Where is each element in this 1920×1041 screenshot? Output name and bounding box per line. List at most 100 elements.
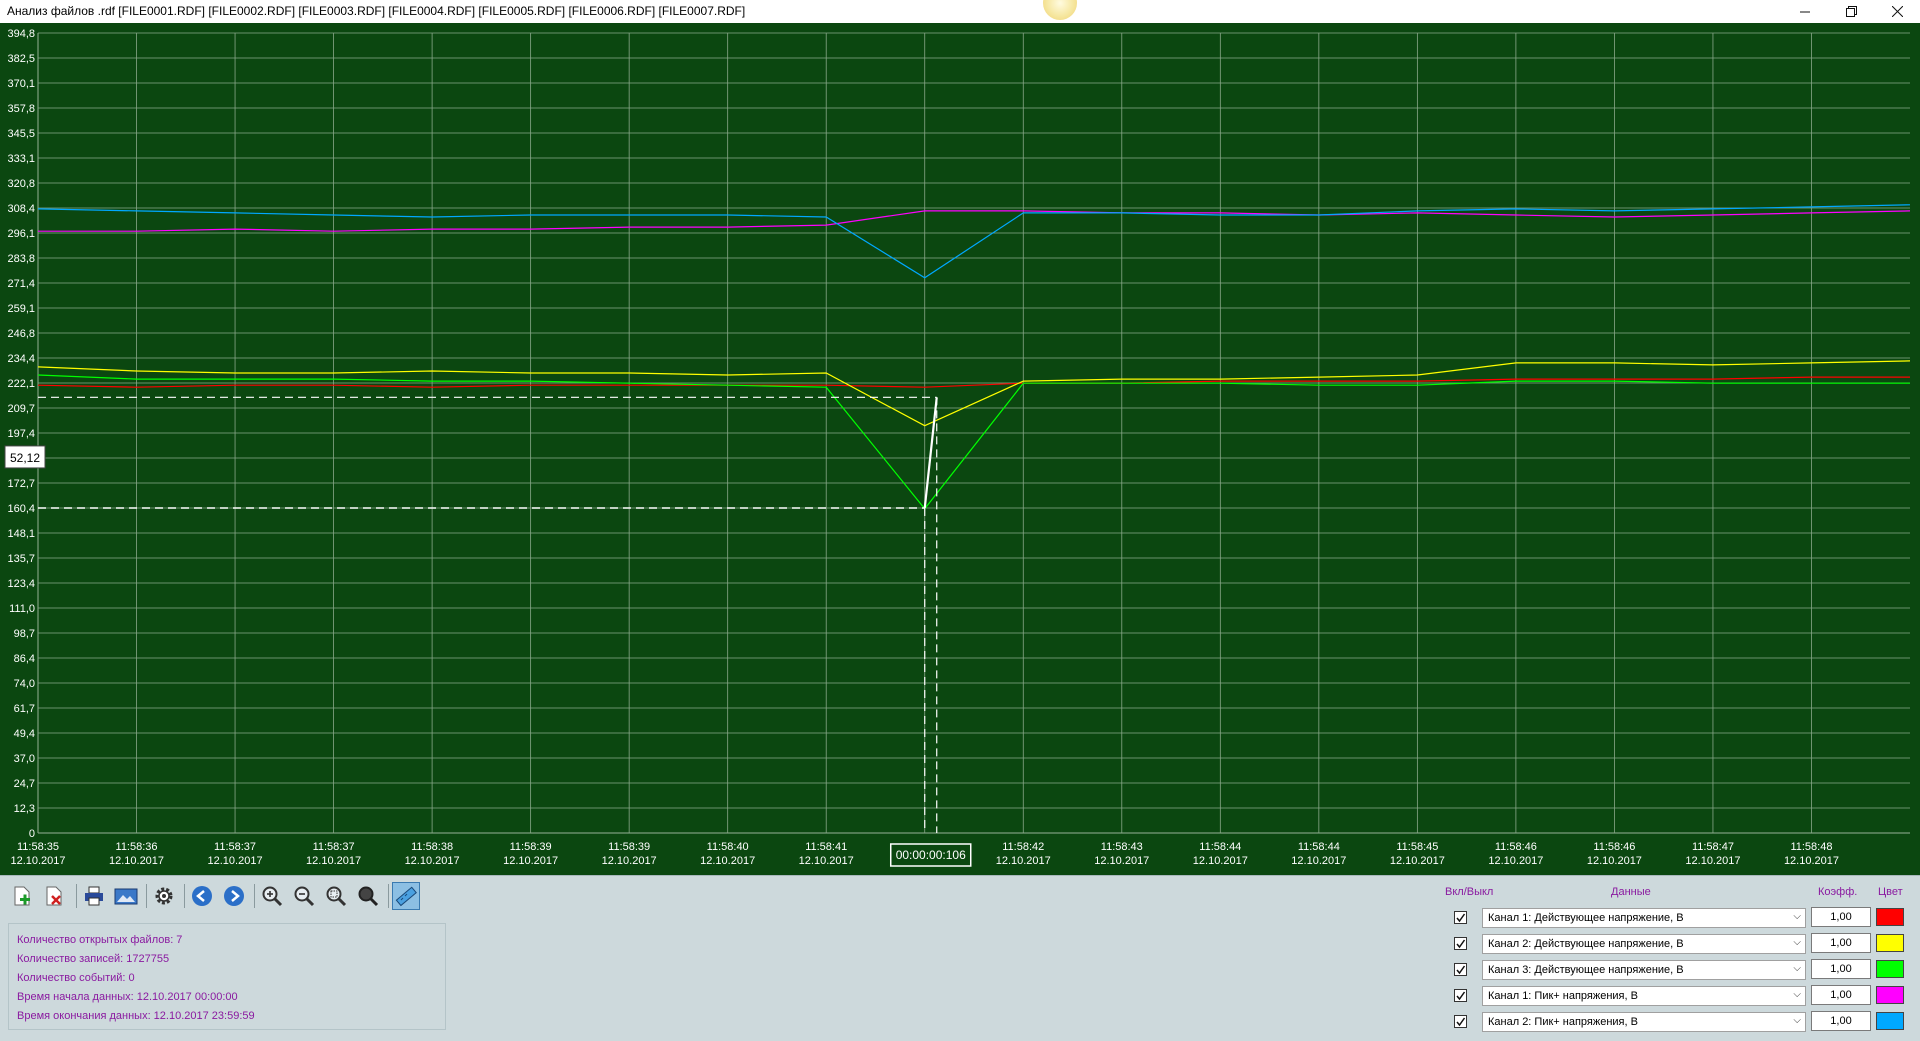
channel-coef-input[interactable]: 1,00 [1811,907,1871,927]
y-tick-label: 259,1 [7,303,35,315]
forward-arrow-icon[interactable] [220,882,248,910]
series-line-3 [38,375,1910,509]
channel-checkbox[interactable] [1454,911,1467,924]
header-toggle: Вкл/Выкл [1445,886,1493,898]
y-tick-label: 86,4 [14,653,35,665]
channel-checkbox[interactable] [1454,963,1467,976]
x-tick-time: 11:58:44 [1199,841,1241,853]
x-tick-time: 11:58:39 [608,841,650,853]
channel-checkbox[interactable] [1454,937,1467,950]
y-tick-label: 382,5 [7,53,35,65]
channel-select[interactable]: Канал 2: Пик+ напряжения, В⌵ [1482,1012,1806,1032]
channel-select-label: Канал 2: Действующее напряжение, В [1488,938,1684,950]
channel-select-label: Канал 3: Действующее напряжение, В [1488,964,1684,976]
channel-coef-input[interactable]: 1,00 [1811,1011,1871,1031]
y-tick-label: 357,8 [7,103,35,115]
add-file-icon[interactable] [8,882,36,910]
x-tick-time: 11:58:46 [1495,841,1537,853]
x-tick-time: 11:58:35 [17,841,59,853]
channel-select[interactable]: Канал 2: Действующее напряжение, В⌵ [1482,934,1806,954]
x-tick-date: 12.10.2017 [10,855,65,867]
x-tick-date: 12.10.2017 [602,855,657,867]
bottom-panel: Количество открытых файлов: 7 Количество… [0,875,1920,1041]
chart-area[interactable]: 394,8382,5370,1357,8345,5333,1320,8308,4… [0,23,1920,875]
toolbar-separator [76,884,77,908]
zoom-in-icon[interactable] [258,882,286,910]
header-coef: Коэфф. [1818,886,1857,898]
x-tick-time: 11:58:45 [1396,841,1438,853]
zoom-out-icon[interactable] [290,882,318,910]
y-tick-label: 111,0 [9,603,35,615]
x-tick-time: 11:58:48 [1790,841,1832,853]
channel-color-swatch[interactable] [1876,908,1904,926]
y-tick-label: 394,8 [7,28,35,40]
y-tick-label: 49,4 [14,728,35,740]
export-image-icon[interactable] [112,882,140,910]
y-tick-label: 283,8 [7,253,35,265]
x-tick-date: 12.10.2017 [1488,855,1543,867]
print-icon[interactable] [80,882,108,910]
channel-select[interactable]: Канал 1: Действующее напряжение, В ⌵ [1482,908,1806,928]
channel-checkbox[interactable] [1454,1015,1467,1028]
x-tick-date: 12.10.2017 [1587,855,1642,867]
channel-color-swatch[interactable] [1876,1012,1904,1030]
chart-canvas[interactable]: 394,8382,5370,1357,8345,5333,1320,8308,4… [0,23,1920,875]
y-tick-label: 123,4 [7,578,35,590]
channel-coef-input[interactable]: 1,00 [1811,985,1871,1005]
y-tick-label: 222,1 [7,378,35,390]
x-tick-time: 11:58:41 [805,841,847,853]
channel-select-label: Канал 1: Действующее напряжение, В [1488,912,1684,924]
y-tick-label: 209,7 [7,403,35,415]
x-tick-time: 11:58:42 [1002,841,1044,853]
channel-checkbox[interactable] [1454,989,1467,1002]
x-tick-date: 12.10.2017 [208,855,263,867]
x-tick-time: 11:58:37 [313,841,355,853]
y-tick-label: 160,4 [7,503,35,515]
chevron-down-icon: ⌵ [1793,963,1801,974]
y-tick-label: 333,1 [7,153,35,165]
y-tick-label: 0 [29,828,35,840]
channel-color-swatch[interactable] [1876,960,1904,978]
toolbar-separator [388,884,389,908]
restore-icon[interactable] [1828,0,1874,23]
file-info-box: Количество открытых файлов: 7 Количество… [8,923,446,1030]
y-tick-label: 172,7 [7,478,35,490]
channel-color-swatch[interactable] [1876,986,1904,1004]
x-tick-time: 11:58:47 [1692,841,1734,853]
info-events: Количество событий: 0 [17,972,135,984]
zoom-fit-icon[interactable] [354,882,382,910]
info-open-files: Количество открытых файлов: 7 [17,934,182,946]
y-tick-label: 271,4 [7,278,35,290]
channel-select[interactable]: Канал 3: Действующее напряжение, В ⌵ [1482,960,1806,980]
y-tick-label: 12,3 [14,803,35,815]
series-line-4 [38,211,1910,231]
x-tick-date: 12.10.2017 [996,855,1051,867]
channel-color-swatch[interactable] [1876,934,1904,952]
chevron-down-icon: ⌵ [1793,911,1801,922]
info-records: Количество записей: 1727755 [17,953,169,965]
x-tick-date: 12.10.2017 [405,855,460,867]
header-data: Данные [1611,886,1651,898]
remove-file-icon[interactable] [40,882,68,910]
minimize-icon[interactable] [1782,0,1828,23]
x-tick-date: 12.10.2017 [1193,855,1248,867]
y-tick-label: 61,7 [14,703,35,715]
channel-select-label: Канал 2: Пик+ напряжения, В [1488,1016,1638,1028]
cursor-value-label: 52,12 [10,451,40,465]
zoom-region-icon[interactable] [322,882,350,910]
y-tick-label: 24,7 [14,778,35,790]
settings-gear-icon[interactable] [150,882,178,910]
close-icon[interactable] [1874,0,1920,23]
y-tick-label: 246,8 [7,328,35,340]
y-tick-label: 345,5 [7,128,35,140]
channel-coef-input[interactable]: 1,00 [1811,959,1871,979]
x-tick-time: 11:58:46 [1593,841,1635,853]
channel-select[interactable]: Канал 1: Пик+ напряжения, В⌵ [1482,986,1806,1006]
x-tick-time: 11:58:37 [214,841,256,853]
x-tick-time: 11:58:44 [1298,841,1340,853]
x-tick-date: 12.10.2017 [109,855,164,867]
chevron-down-icon: ⌵ [1793,989,1801,1000]
back-arrow-icon[interactable] [188,882,216,910]
channel-coef-input[interactable]: 1,00 [1811,933,1871,953]
measure-ruler-icon[interactable] [392,882,420,910]
